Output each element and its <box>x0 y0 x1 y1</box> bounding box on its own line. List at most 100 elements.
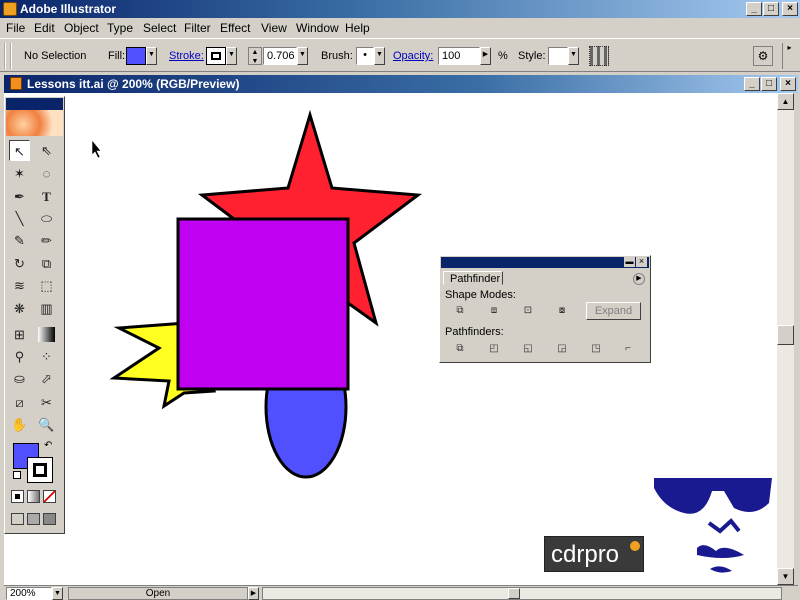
magic-wand-tool-icon[interactable]: ✶ <box>9 163 30 184</box>
status-info[interactable]: Open <box>68 587 248 600</box>
menu-help[interactable]: Help <box>345 21 370 35</box>
close-button[interactable]: × <box>782 2 798 16</box>
pathfinder-minimize-button[interactable]: ▬ <box>624 257 635 267</box>
panel-menu-icon[interactable]: ▶ <box>633 273 645 285</box>
blend-tool-icon[interactable]: ⁘ <box>36 346 57 367</box>
doc-close-button[interactable]: × <box>780 77 796 91</box>
horizontal-scrollbar[interactable] <box>262 587 782 600</box>
scroll-down-button[interactable]: ▼ <box>777 568 794 585</box>
full-screen-mode-icon[interactable] <box>43 513 56 525</box>
menu-filter[interactable]: Filter <box>184 21 211 35</box>
stroke-link[interactable]: Stroke: <box>169 50 204 62</box>
align-grid-icon[interactable] <box>589 46 609 66</box>
swap-colors-icon[interactable]: ↶ <box>44 440 52 451</box>
menu-window[interactable]: Window <box>296 21 339 35</box>
style-dropdown[interactable]: ▼ <box>568 47 579 65</box>
purple-square[interactable] <box>176 217 350 391</box>
selection-tool-icon[interactable]: ↖ <box>9 140 30 161</box>
subtract-from-shape-icon[interactable]: ⧈ <box>486 304 502 318</box>
slice-tool-icon[interactable]: ⧄ <box>9 392 30 413</box>
zoom-tool-icon[interactable]: 🔍 <box>36 414 57 435</box>
scale-tool-icon[interactable]: ⧉ <box>36 253 57 274</box>
expand-button[interactable]: Expand <box>586 302 641 320</box>
normal-screen-mode-icon[interactable] <box>11 513 24 525</box>
add-to-shape-icon[interactable]: ⧉ <box>452 304 468 318</box>
pathfinder-close-button[interactable]: × <box>636 257 647 267</box>
default-colors-icon[interactable] <box>13 471 21 479</box>
live-paint-selection-tool-icon[interactable]: ⬀ <box>36 368 57 389</box>
opacity-dropdown[interactable]: ▶ <box>480 47 491 65</box>
brush-selector[interactable]: • <box>356 47 374 65</box>
fill-swatch[interactable] <box>126 47 146 65</box>
gradient-tool-icon[interactable] <box>38 327 55 342</box>
eyedropper-tool-icon[interactable]: ⚲ <box>9 346 30 367</box>
style-swatch[interactable] <box>548 47 568 65</box>
merge-icon[interactable]: ◱ <box>520 342 536 356</box>
scissors-tool-icon[interactable]: ✂ <box>36 392 57 413</box>
pathfinder-titlebar[interactable]: ▬ × <box>441 257 649 268</box>
menu-view[interactable]: View <box>261 21 287 35</box>
menu-effect[interactable]: Effect <box>220 21 250 35</box>
menu-edit[interactable]: Edit <box>34 21 55 35</box>
brush-dropdown[interactable]: ▼ <box>374 47 385 65</box>
minimize-button[interactable]: _ <box>746 2 762 16</box>
pathfinder-tab[interactable]: Pathfinder <box>443 271 503 285</box>
direct-selection-tool-icon[interactable]: ⇖ <box>36 140 57 161</box>
doc-minimize-button[interactable]: _ <box>744 77 760 91</box>
vertical-scrollbar[interactable]: ▲ ▼ <box>777 93 794 585</box>
intersect-shape-icon[interactable]: ⊡ <box>520 304 536 318</box>
none-mode-icon[interactable] <box>43 490 56 503</box>
palette-grip[interactable] <box>4 43 12 69</box>
stroke-dropdown[interactable]: ▼ <box>226 47 237 65</box>
stroke-weight-stepper[interactable]: ▲ ▼ <box>248 47 262 65</box>
menu-select[interactable]: Select <box>143 21 176 35</box>
pencil-tool-icon[interactable]: ✏ <box>36 230 57 251</box>
stroke-weight-input[interactable]: 0.706 <box>263 47 297 65</box>
menu-file[interactable]: File <box>6 21 25 35</box>
scroll-up-button[interactable]: ▲ <box>777 93 794 110</box>
free-transform-tool-icon[interactable]: ⬚ <box>36 275 57 296</box>
live-paint-tool-icon[interactable]: ⛀ <box>9 368 30 389</box>
full-screen-menu-mode-icon[interactable] <box>27 513 40 525</box>
rotate-tool-icon[interactable]: ↻ <box>9 253 30 274</box>
line-tool-icon[interactable]: ╲ <box>9 208 30 229</box>
toolbox-titlebar[interactable] <box>6 98 63 110</box>
warp-tool-icon[interactable]: ≋ <box>9 275 30 296</box>
menu-type[interactable]: Type <box>107 21 133 35</box>
fill-dropdown[interactable]: ▼ <box>146 47 157 65</box>
stroke-color-box[interactable] <box>27 457 53 483</box>
column-graph-tool-icon[interactable]: ▥ <box>36 298 57 319</box>
horizontal-scroll-thumb[interactable] <box>508 588 520 599</box>
hand-tool-icon[interactable]: ✋ <box>9 414 30 435</box>
opacity-input[interactable]: 100 <box>438 47 480 65</box>
divide-icon[interactable]: ⧉ <box>452 342 468 356</box>
crop-icon[interactable]: ◲ <box>554 342 570 356</box>
zoom-dropdown[interactable]: ▼ <box>52 587 63 600</box>
palette-menu-icon[interactable]: ⚙ <box>753 46 773 66</box>
ellipse-tool-icon[interactable]: ⬭ <box>36 208 57 229</box>
outline-icon[interactable]: ◳ <box>588 342 604 356</box>
trim-icon[interactable]: ◰ <box>486 342 502 356</box>
adobe-flower-icon[interactable] <box>6 110 63 136</box>
scroll-thumb[interactable] <box>777 325 794 345</box>
minus-back-icon[interactable]: ⌐ <box>620 342 636 356</box>
type-tool-icon[interactable]: T <box>36 186 57 207</box>
symbol-sprayer-tool-icon[interactable]: ❋ <box>9 298 30 319</box>
menu-object[interactable]: Object <box>64 21 99 35</box>
zoom-level-field[interactable]: 200% <box>6 587 52 600</box>
gradient-mode-icon[interactable] <box>27 490 40 503</box>
pen-tool-icon[interactable]: ✒ <box>9 186 30 207</box>
opacity-link[interactable]: Opacity: <box>393 50 433 62</box>
palette-options-icon[interactable]: ▸ <box>782 43 796 69</box>
color-mode-icon[interactable] <box>11 490 24 503</box>
maximize-button[interactable]: □ <box>763 2 779 16</box>
exclude-overlap-icon[interactable]: ⧇ <box>554 304 570 318</box>
stroke-swatch[interactable] <box>206 47 226 65</box>
mesh-tool-icon[interactable]: ⊞ <box>9 324 30 345</box>
artboard-canvas[interactable]: cdrpro <box>4 93 777 585</box>
lasso-tool-icon[interactable]: ◌ <box>36 163 57 184</box>
status-menu-button[interactable]: ▶ <box>248 587 259 600</box>
doc-maximize-button[interactable]: □ <box>761 77 777 91</box>
paintbrush-tool-icon[interactable]: ✎ <box>9 230 30 251</box>
stroke-weight-dropdown[interactable]: ▼ <box>297 47 308 65</box>
